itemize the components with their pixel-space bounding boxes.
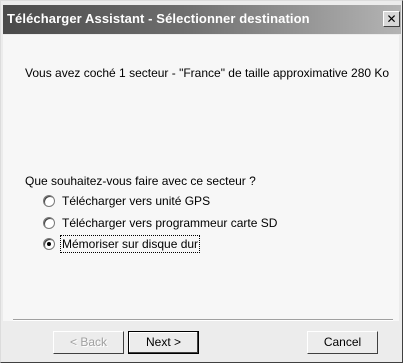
radio-hard-disk[interactable] [43,238,55,250]
radio-sd-card[interactable] [43,217,55,229]
cancel-button[interactable]: Cancel [307,331,378,354]
sector-info-text: Vous avez coché 1 secteur - "France" de … [25,66,390,80]
next-button[interactable]: Next > [128,331,199,354]
close-icon[interactable]: ✕ [383,11,400,27]
radio-selected-dot [47,242,51,246]
wizard-dialog: Télécharger Assistant - Sélectionner des… [0,0,403,363]
button-separator [13,319,393,321]
title-bar[interactable]: Télécharger Assistant - Sélectionner des… [3,5,401,34]
option-sd-card-label[interactable]: Télécharger vers programmeur carte SD [62,216,277,230]
option-hard-disk-label[interactable]: Mémoriser sur disque dur [59,235,201,253]
radio-gps[interactable] [43,195,55,207]
window-title: Télécharger Assistant - Sélectionner des… [7,11,310,26]
wizard-content: Vous avez coché 1 secteur - "France" de … [3,35,399,321]
option-gps-label[interactable]: Télécharger vers unité GPS [62,194,210,208]
question-label: Que souhaitez-vous faire avec ce secteur… [25,174,256,188]
back-button[interactable]: < Back [53,331,124,354]
